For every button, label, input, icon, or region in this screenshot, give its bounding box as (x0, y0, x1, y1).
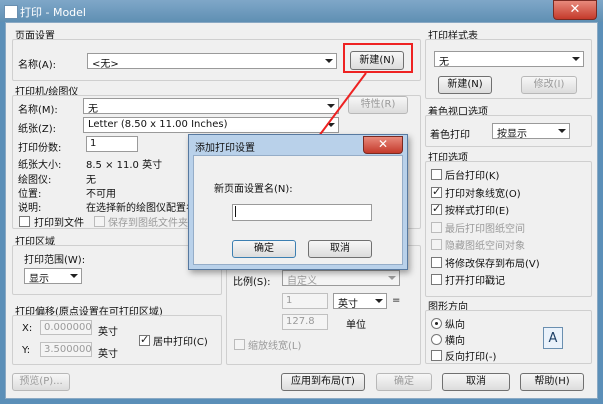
dialog-title: 添加打印设置 (195, 143, 255, 154)
new-setup-name-label: 新页面设置名(N): (214, 184, 293, 195)
dialog-ok-button[interactable]: 确定 (232, 240, 296, 258)
new-setup-name-input[interactable] (232, 204, 372, 221)
text-caret (235, 206, 236, 217)
dialog-close-button[interactable]: ✕ (363, 136, 403, 154)
add-page-setup-dialog: 添加打印设置 ✕ 新页面设置名(N): 确定 取消 (188, 134, 408, 270)
dialog-cancel-button[interactable]: 取消 (308, 240, 372, 258)
dialog-body: 新页面设置名(N): 确定 取消 (193, 155, 403, 265)
